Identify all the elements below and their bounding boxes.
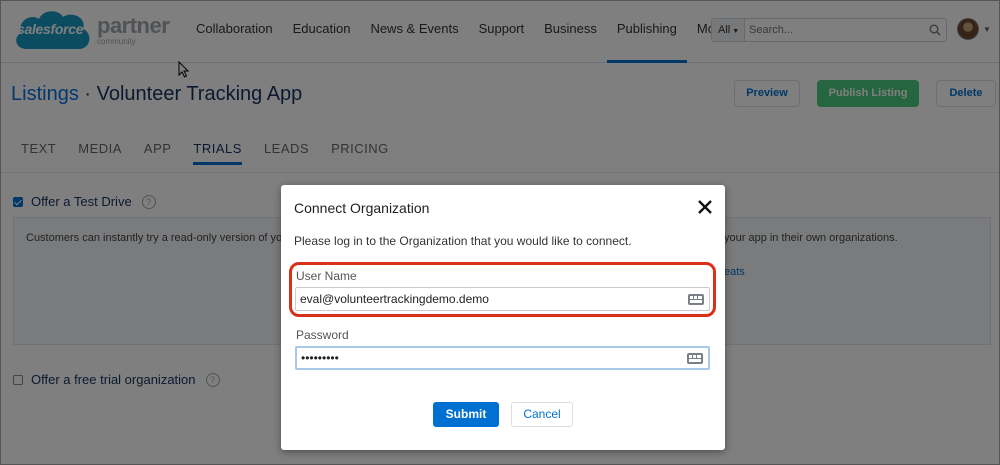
password-manager-key-icon[interactable] bbox=[686, 349, 704, 367]
password-input[interactable] bbox=[297, 351, 686, 365]
username-label: User Name bbox=[296, 269, 357, 283]
dialog-title: Connect Organization bbox=[294, 200, 430, 216]
submit-button[interactable]: Submit bbox=[433, 402, 499, 427]
close-icon[interactable] bbox=[695, 197, 715, 217]
username-field bbox=[295, 287, 710, 311]
app-window: salesforce partner community Collaborati… bbox=[0, 0, 1000, 465]
cancel-button[interactable]: Cancel bbox=[511, 402, 573, 427]
connect-organization-dialog: Connect Organization Please log in to th… bbox=[281, 185, 725, 450]
username-input[interactable] bbox=[296, 292, 687, 306]
password-manager-key-icon[interactable] bbox=[687, 290, 705, 308]
password-label: Password bbox=[296, 328, 349, 342]
dialog-instructions: Please log in to the Organization that y… bbox=[294, 234, 632, 248]
password-field bbox=[295, 346, 710, 370]
